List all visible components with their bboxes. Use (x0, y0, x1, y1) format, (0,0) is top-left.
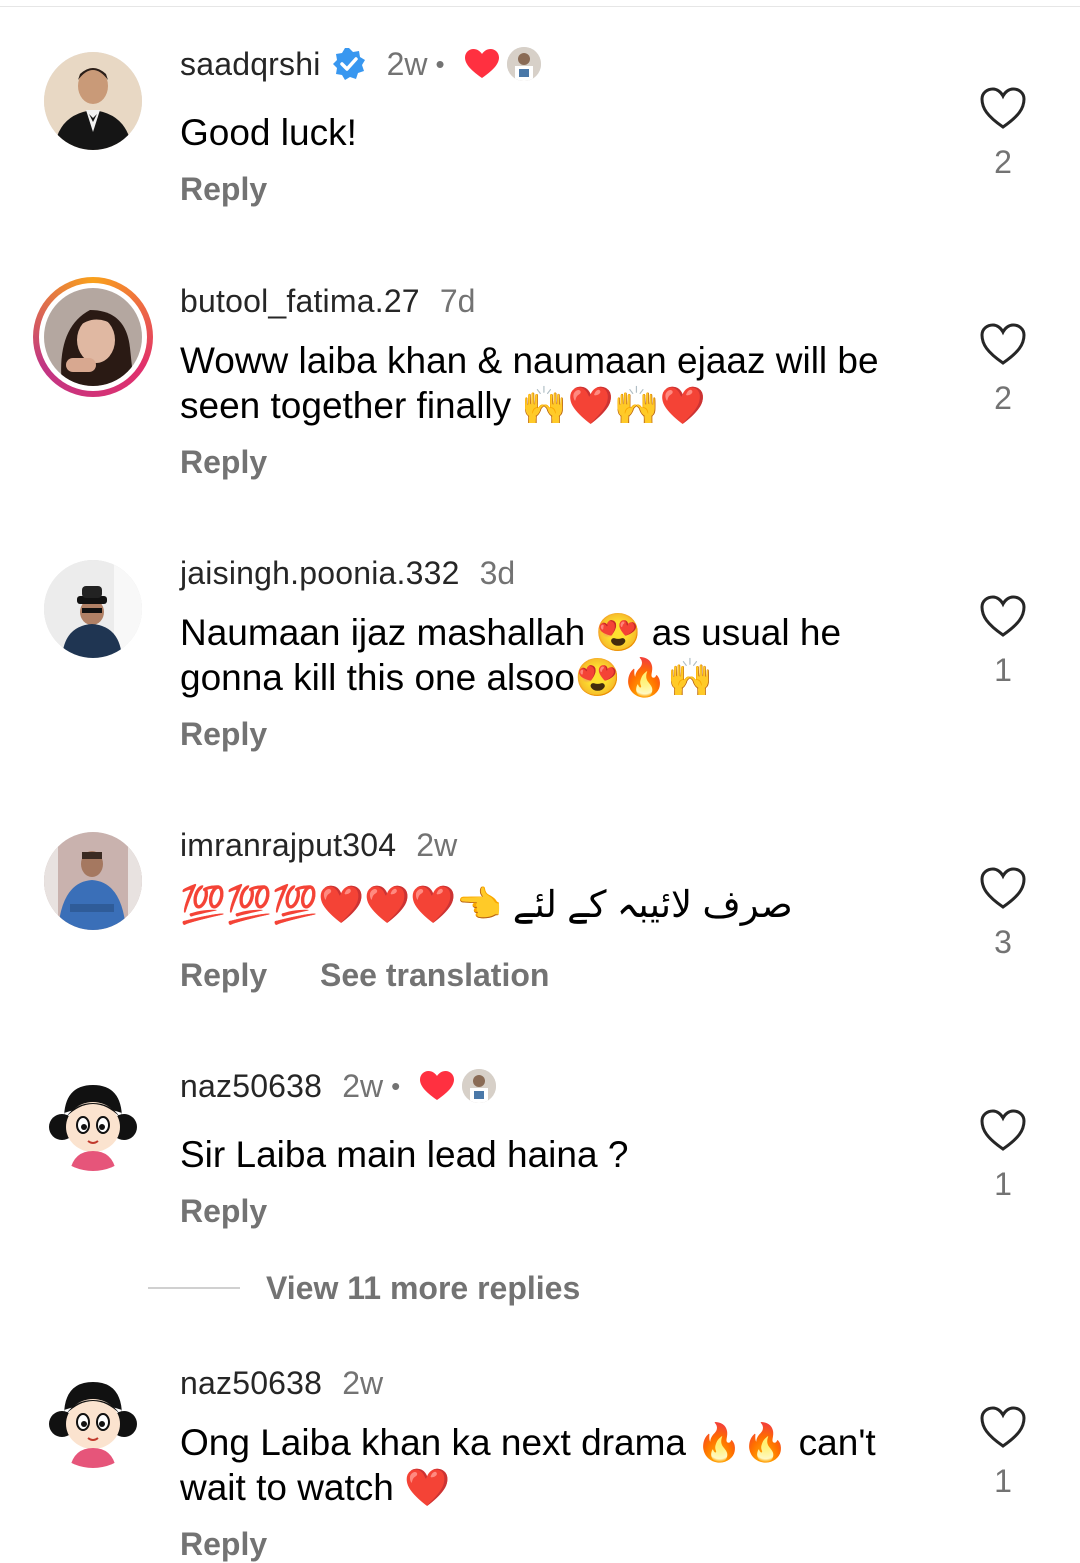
see-translation-button[interactable]: See translation (320, 957, 549, 993)
username[interactable]: naz50638 (180, 1365, 322, 1402)
cartoon-girl-avatar (44, 1073, 142, 1171)
comment-text: Ong Laiba khan ka next drama 🔥🔥 can't wa… (180, 1422, 876, 1508)
heart-filled-icon (464, 49, 499, 78)
author-avatar (506, 47, 541, 81)
like-heart-icon[interactable] (979, 322, 1027, 366)
man-blue-shirt-avatar (44, 832, 142, 930)
username[interactable]: jaisingh.poonia.332 (180, 555, 460, 592)
verified-badge-icon (331, 46, 367, 82)
comment-time: 2w (342, 1364, 384, 1401)
comment-text: Naumaan ijaz mashallah 😍 as usual he gon… (180, 612, 842, 698)
like-count: 1 (994, 1166, 1012, 1202)
avatar[interactable] (44, 1073, 142, 1171)
liked-by-author (420, 1069, 497, 1103)
man-in-tuxedo-avatar (44, 52, 142, 150)
username[interactable]: imranrajput304 (180, 827, 396, 864)
avatar[interactable] (44, 832, 142, 930)
heart-filled-icon (420, 1071, 455, 1100)
separator-dot: • (391, 1070, 401, 1101)
comment-time: 2w (386, 45, 428, 82)
avatar[interactable] (44, 560, 142, 658)
top-divider (0, 6, 1080, 7)
comment-text: Good luck! (180, 112, 357, 153)
reply-button[interactable]: Reply (180, 171, 267, 207)
liked-by-author (464, 47, 541, 81)
username[interactable]: naz50638 (180, 1068, 322, 1105)
like-heart-icon[interactable] (979, 594, 1027, 638)
comment-time: 7d (439, 282, 476, 319)
separator-dot: • (435, 48, 445, 79)
view-more-replies[interactable]: View 11 more replies (148, 1268, 580, 1308)
like-count: 1 (994, 652, 1012, 688)
like-heart-icon[interactable] (979, 86, 1027, 130)
avatar[interactable] (44, 52, 142, 150)
comment-time: 2w (342, 1067, 384, 1104)
replies-divider (148, 1287, 240, 1289)
comment-time: 3d (479, 554, 516, 591)
woman-portrait-avatar (44, 288, 142, 386)
reply-button[interactable]: Reply (180, 1526, 267, 1562)
like-count: 2 (994, 144, 1012, 180)
username[interactable]: saadqrshi (180, 46, 321, 83)
reply-button[interactable]: Reply (180, 957, 267, 993)
reply-button[interactable]: Reply (180, 1193, 267, 1229)
author-avatar (462, 1069, 497, 1103)
like-count: 2 (994, 380, 1012, 416)
like-heart-icon[interactable] (979, 1405, 1027, 1449)
reply-button[interactable]: Reply (180, 716, 267, 752)
reply-button[interactable]: Reply (180, 444, 267, 480)
like-count: 3 (994, 924, 1012, 960)
comment-text: 💯💯💯❤️❤️❤️👈 صرف لائیبہ کے لئے (180, 884, 793, 925)
comment-text: Sir Laiba main lead haina ? (180, 1134, 629, 1175)
avatar-story-ring[interactable] (33, 277, 153, 397)
username[interactable]: butool_fatima.27 (180, 283, 420, 320)
avatar[interactable] (44, 1370, 142, 1468)
comment-time: 2w (416, 826, 458, 863)
like-heart-icon[interactable] (979, 866, 1027, 910)
like-count: 1 (994, 1463, 1012, 1499)
like-heart-icon[interactable] (979, 1108, 1027, 1152)
comment-text: Woww laiba khan & naumaan ejaaz will be … (180, 340, 879, 426)
view-more-replies-label[interactable]: View 11 more replies (266, 1270, 580, 1307)
man-with-hat-avatar (44, 560, 142, 658)
cartoon-girl-avatar (44, 1370, 142, 1468)
